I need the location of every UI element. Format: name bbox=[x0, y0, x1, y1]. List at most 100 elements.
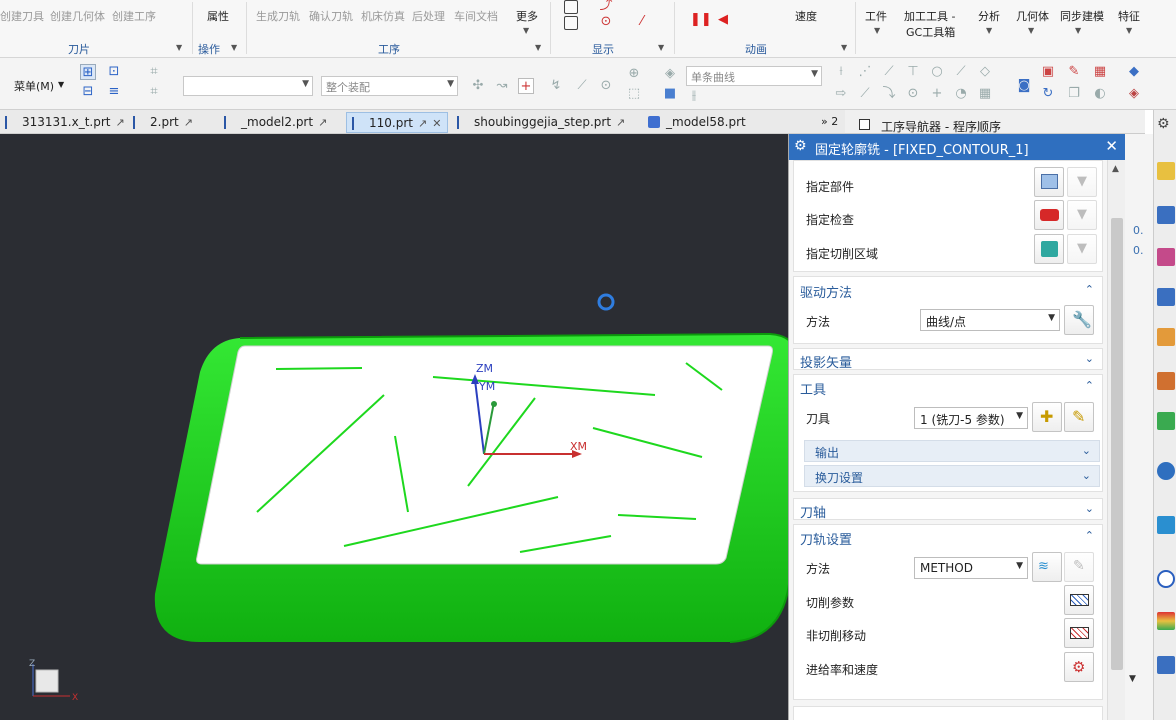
analysis-dropdown-icon[interactable]: ▼ bbox=[986, 26, 992, 35]
select-filter-icon[interactable]: ⊞ bbox=[80, 64, 96, 80]
gc-toolbox-line1[interactable]: 加工工具 - bbox=[904, 8, 955, 24]
type-filter-select[interactable]: ▼ bbox=[183, 76, 313, 96]
library-icon[interactable] bbox=[1157, 412, 1175, 430]
edit-tool-button[interactable]: ✎ bbox=[1064, 402, 1094, 432]
snap-quad-icon[interactable]: ⊕ bbox=[626, 66, 642, 82]
tool-select[interactable]: 1 (铣刀-5 参数) ▼ bbox=[914, 407, 1028, 429]
verify-path-button[interactable]: 确认刀轨 bbox=[309, 8, 353, 24]
drive-method-select[interactable]: 曲线/点 ▼ bbox=[920, 309, 1060, 331]
create-operation-button[interactable]: 创建工序 bbox=[112, 8, 156, 24]
display-part-button[interactable]: ▼ bbox=[1067, 167, 1097, 197]
chevron-up-icon[interactable]: ⌃ bbox=[1085, 283, 1094, 296]
specify-check-button[interactable] bbox=[1034, 200, 1064, 230]
snap-k-icon[interactable]: ⊙ bbox=[905, 86, 921, 102]
snap-line-icon[interactable]: ⟋ bbox=[574, 78, 590, 94]
snap-mid-icon[interactable]: ↯ bbox=[548, 78, 564, 94]
menu-button[interactable]: 菜单(M) bbox=[14, 78, 54, 94]
method-edit-button[interactable]: ≋ bbox=[1032, 552, 1062, 582]
cut-params-button[interactable] bbox=[1064, 585, 1094, 615]
chevron-down-icon[interactable]: ⌄ bbox=[1085, 352, 1094, 365]
assembly-navigator-icon[interactable] bbox=[1157, 206, 1175, 224]
paint-icon[interactable]: ✎ bbox=[1066, 64, 1082, 80]
tools-dropdown-icon[interactable]: ▼ bbox=[874, 26, 880, 35]
tab-2prt[interactable]: 2.prt ↗ bbox=[128, 112, 199, 133]
feature-button[interactable]: 特征 bbox=[1118, 8, 1140, 24]
dialog-title-bar[interactable]: ⚙ 固定轮廓铣 - [FIXED_CONTOUR_1] ✕ bbox=[789, 134, 1126, 160]
layout-icon[interactable]: ▦ bbox=[1092, 64, 1108, 80]
snap-j-icon[interactable]: ⤵ bbox=[881, 86, 897, 102]
snap-g-icon[interactable]: ◇ bbox=[977, 64, 993, 80]
path-settings-header[interactable]: 刀轨设置 bbox=[800, 529, 852, 548]
more-button[interactable]: 更多 bbox=[516, 8, 538, 24]
group-operation-arrow-icon[interactable]: ▼ bbox=[231, 43, 237, 52]
chevron-down-icon[interactable]: ⌄ bbox=[1085, 502, 1094, 515]
curve-rule-select[interactable]: 单条曲线 ▼ bbox=[686, 66, 822, 86]
group-animation-arrow-icon[interactable]: ▼ bbox=[841, 43, 847, 52]
model-canvas[interactable]: ZM YM XM Z X bbox=[0, 134, 797, 720]
create-geometry-button[interactable]: 创建几何体 bbox=[50, 8, 105, 24]
navigator-checkbox[interactable] bbox=[859, 119, 870, 130]
analysis-button[interactable]: 分析 bbox=[978, 8, 1000, 24]
curve-display-icon[interactable]: ⤴ bbox=[598, 0, 614, 14]
reuse-library-icon[interactable] bbox=[1157, 372, 1175, 390]
tab-model58[interactable]: _model58.prt bbox=[644, 112, 752, 133]
scroll-up-icon[interactable]: ▲ bbox=[1112, 164, 1119, 174]
camera-icon[interactable]: ◙ bbox=[1016, 78, 1032, 94]
new-tool-button[interactable]: ✚ bbox=[1032, 402, 1062, 432]
cube-icon[interactable]: ◆ bbox=[1126, 64, 1142, 80]
non-cut-moves-button[interactable] bbox=[1064, 618, 1094, 648]
snap-circle-icon[interactable]: ⊙ bbox=[598, 78, 614, 94]
sync-dropdown-icon[interactable]: ▼ bbox=[1075, 26, 1081, 35]
geometry-button[interactable]: 几何体 bbox=[1016, 8, 1049, 24]
view-cube-icon[interactable]: ◈ bbox=[662, 66, 678, 82]
create-tool-button[interactable]: 创建刀具 bbox=[0, 8, 44, 24]
scroll-thumb[interactable] bbox=[1111, 218, 1123, 670]
tab-313131[interactable]: 313131.x_t.prt ↗ bbox=[0, 112, 131, 133]
group-process-arrow-icon[interactable]: ▼ bbox=[535, 43, 541, 52]
roles-icon[interactable] bbox=[1157, 656, 1175, 674]
machine-sim-button[interactable]: 机床仿真 bbox=[361, 8, 405, 24]
part-navigator-icon[interactable] bbox=[1157, 162, 1175, 180]
speed-button[interactable]: 速度 bbox=[795, 8, 817, 24]
specify-cut-area-button[interactable] bbox=[1034, 234, 1064, 264]
output-subsection[interactable]: 输出 ⌄ bbox=[804, 440, 1100, 462]
snap2-icon[interactable]: ⌗ bbox=[146, 84, 162, 100]
gc-toolbox-line2[interactable]: GC工具箱 bbox=[906, 24, 955, 40]
pause-icon[interactable]: ❚❚ bbox=[690, 12, 712, 28]
constraint-navigator-icon[interactable] bbox=[1157, 248, 1175, 266]
postprocess-button[interactable]: 后处理 bbox=[412, 8, 445, 24]
more-dropdown-icon[interactable]: ▼ bbox=[523, 26, 529, 35]
graphics-viewport[interactable]: ZM YM XM Z X bbox=[0, 134, 797, 720]
snap-c-icon[interactable]: ⟋ bbox=[881, 64, 897, 80]
tab-model2[interactable]: _model2.prt ↗ bbox=[219, 112, 333, 133]
scroll-down-icon[interactable]: ▼ bbox=[1129, 674, 1136, 684]
drive-method-header[interactable]: 驱动方法 bbox=[800, 282, 852, 301]
properties-button[interactable]: 属性 bbox=[207, 8, 229, 24]
tool-change-subsection[interactable]: 换刀设置 ⌄ bbox=[804, 465, 1100, 487]
render-icon[interactable]: ◈ bbox=[1126, 86, 1142, 102]
web-browser-icon[interactable] bbox=[1157, 462, 1175, 480]
tab-overflow-button[interactable]: » 2 bbox=[821, 115, 838, 128]
menu-dropdown-icon[interactable]: ▼ bbox=[58, 80, 64, 89]
operation-navigator-icon[interactable] bbox=[1157, 288, 1175, 306]
tab-shoubinggejia[interactable]: shoubinggejia_step.prt ↗ bbox=[452, 112, 631, 133]
target-icon[interactable]: ⊙ bbox=[598, 14, 614, 30]
add-point-icon[interactable]: + bbox=[518, 78, 534, 94]
machine-navigator-icon[interactable] bbox=[1157, 328, 1175, 346]
clock-icon[interactable] bbox=[1157, 570, 1175, 588]
chevron-up-icon[interactable]: ⌃ bbox=[1085, 529, 1094, 542]
drive-method-edit-button[interactable]: 🔧 bbox=[1064, 305, 1094, 335]
snap-f-icon[interactable]: ⟋ bbox=[953, 64, 969, 80]
snap-b-icon[interactable]: ⋰ bbox=[857, 64, 873, 80]
generate-path-button[interactable]: 生成刀轨 bbox=[256, 8, 300, 24]
select-group-icon[interactable]: ⊟ bbox=[80, 84, 96, 100]
parallel-icon[interactable]: ⫲ bbox=[686, 88, 702, 104]
feeds-speeds-button[interactable]: ⚙ bbox=[1064, 652, 1094, 682]
tools-button[interactable]: 工件 bbox=[865, 8, 887, 24]
snap-h-icon[interactable]: ⇨ bbox=[833, 86, 849, 102]
shop-doc-button[interactable]: 车间文档 bbox=[454, 8, 498, 24]
shade-icon[interactable]: ◐ bbox=[1092, 86, 1108, 102]
tool-header[interactable]: 工具 bbox=[800, 379, 826, 398]
dialog-scrollbar[interactable]: ▲ bbox=[1107, 160, 1126, 720]
group-insert-arrow-icon[interactable]: ▼ bbox=[176, 43, 182, 52]
